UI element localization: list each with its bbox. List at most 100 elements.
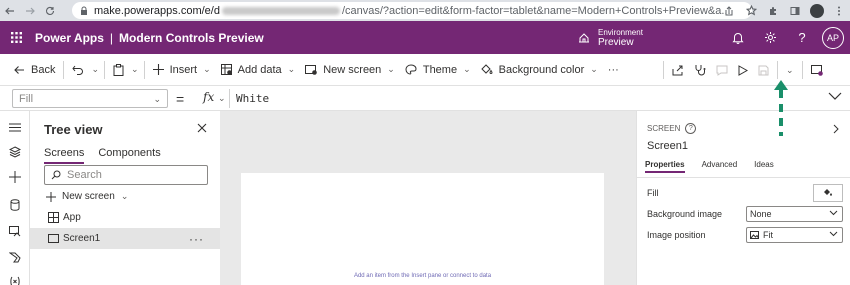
tab-components[interactable]: Components xyxy=(98,147,160,164)
image-position-value: Fit xyxy=(763,230,773,240)
chevron-down-icon: ⌄ xyxy=(387,64,395,74)
play-icon xyxy=(738,64,748,76)
add-data-label: Add data xyxy=(237,63,282,76)
add-data-button[interactable]: Add data ⌄ xyxy=(216,54,301,86)
back-arrow-icon[interactable] xyxy=(0,0,20,21)
image-position-dropdown[interactable]: Fit xyxy=(746,227,843,243)
property-value: Fill xyxy=(19,93,34,105)
paint-bucket-icon xyxy=(480,64,493,74)
media-icon[interactable] xyxy=(7,223,23,239)
insert-button[interactable]: Insert ⌄ xyxy=(148,54,216,86)
tree-node-screen1[interactable]: Screen1 ··· xyxy=(30,228,220,249)
side-panel-icon[interactable] xyxy=(784,0,806,21)
forward-arrow-icon[interactable] xyxy=(20,0,40,21)
insert-label: Insert xyxy=(169,63,198,76)
save-button[interactable] xyxy=(753,54,774,86)
chevron-down-icon xyxy=(829,210,838,216)
share-icon[interactable] xyxy=(718,0,740,21)
property-select[interactable]: Fill ⌄ xyxy=(12,89,168,108)
more-options-button[interactable]: ··· xyxy=(189,232,204,246)
notifications-bell-icon[interactable] xyxy=(730,29,746,45)
formula-bar: Fill ⌄ = fx ⌄ White xyxy=(0,86,850,111)
tree-view-tabs: Screens Components xyxy=(44,147,175,164)
palette-icon xyxy=(405,64,417,75)
theme-button[interactable]: Theme ⌄ xyxy=(400,54,476,86)
expand-formula-chevron-icon[interactable] xyxy=(828,92,842,100)
address-bar[interactable]: make.powerapps.com/e/d /canvas/?action=e… xyxy=(72,2,752,19)
background-image-dropdown[interactable]: None xyxy=(746,206,843,222)
app-checker-button[interactable] xyxy=(689,54,711,86)
screen-canvas[interactable]: Add an item from the Insert pane or conn… xyxy=(241,173,604,285)
share-button[interactable] xyxy=(667,54,689,86)
reload-icon[interactable] xyxy=(40,0,60,21)
comment-icon xyxy=(716,65,728,76)
close-icon[interactable] xyxy=(197,123,207,133)
variables-icon[interactable] xyxy=(7,273,23,285)
chevron-right-icon[interactable] xyxy=(833,124,839,134)
preview-play-button[interactable] xyxy=(733,54,753,86)
fill-color-picker[interactable] xyxy=(813,184,843,202)
browser-menu-icon[interactable] xyxy=(828,0,850,21)
divider xyxy=(637,177,850,178)
url-path: /canvas/?action=edit&form-factor=tablet&… xyxy=(341,4,731,17)
back-button[interactable]: Back xyxy=(0,54,60,86)
profile-avatar[interactable] xyxy=(806,0,828,21)
undo-dropdown[interactable]: ⌄ xyxy=(89,54,101,86)
chevron-down-icon xyxy=(829,231,838,237)
back-label: Back xyxy=(31,63,56,76)
bookmark-star-icon[interactable] xyxy=(740,0,762,21)
divider xyxy=(104,60,106,79)
divider xyxy=(777,61,778,79)
search-icon xyxy=(51,170,61,180)
canvas-hint[interactable]: Add an item from the Insert pane or conn… xyxy=(241,273,604,279)
selected-kind-label: SCREEN xyxy=(647,124,681,133)
tree-view-title: Tree view xyxy=(44,122,103,137)
extensions-icon[interactable] xyxy=(762,0,784,21)
data-cylinder-icon[interactable] xyxy=(7,197,23,213)
undo-button[interactable] xyxy=(67,54,89,86)
new-screen-button[interactable]: New screen ⌄ xyxy=(46,191,128,202)
screen-icon xyxy=(48,234,59,243)
environment-picker[interactable]: Environment Preview xyxy=(578,21,643,54)
tree-view-layers-icon[interactable] xyxy=(7,144,23,160)
tree-node-app[interactable]: App xyxy=(30,207,220,228)
formula-input[interactable]: White xyxy=(236,92,269,105)
environment-label: Environment xyxy=(598,27,643,37)
fx-function-icon[interactable]: fx xyxy=(203,90,214,104)
theme-label: Theme xyxy=(422,63,458,76)
image-position-label: Image position xyxy=(647,230,706,240)
tree-search-input[interactable]: Search xyxy=(44,165,208,185)
clipboard-icon xyxy=(113,63,124,76)
stethoscope-icon xyxy=(695,65,706,76)
tab-advanced[interactable]: Advanced xyxy=(702,160,738,173)
search-placeholder: Search xyxy=(67,169,102,181)
comments-button[interactable] xyxy=(711,54,733,86)
fill-label: Fill xyxy=(647,188,659,198)
chevron-down-icon: ⌄ xyxy=(203,64,211,74)
new-screen-button[interactable]: New screen ⌄ xyxy=(300,54,400,86)
paste-button[interactable] xyxy=(108,54,129,86)
divider xyxy=(229,89,230,108)
background-color-button[interactable]: Background color ⌄ xyxy=(476,54,603,86)
plus-icon xyxy=(46,191,56,202)
new-screen-label: New screen xyxy=(62,191,115,202)
hamburger-menu-icon[interactable] xyxy=(7,119,23,135)
publish-button[interactable] xyxy=(806,54,828,86)
background-color-label: Background color xyxy=(498,63,585,76)
tab-properties[interactable]: Properties xyxy=(645,160,685,173)
help-icon[interactable]: ? xyxy=(794,29,810,45)
tab-screens[interactable]: Screens xyxy=(44,147,85,164)
publish-icon xyxy=(810,64,823,76)
paste-dropdown[interactable]: ⌄ xyxy=(129,54,141,86)
power-automate-icon[interactable] xyxy=(7,249,23,265)
tab-ideas[interactable]: Ideas xyxy=(754,160,774,173)
chevron-down-icon[interactable]: ⌄ xyxy=(218,93,226,104)
tree-view-panel: Tree view Screens Components Search New … xyxy=(30,111,220,285)
app-launcher-icon[interactable] xyxy=(0,21,32,54)
help-icon[interactable]: ? xyxy=(685,123,697,134)
settings-gear-icon[interactable] xyxy=(762,29,778,45)
insert-plus-icon[interactable] xyxy=(7,169,23,185)
more-commands-button[interactable]: ··· xyxy=(603,54,624,86)
annotation-arrow-icon xyxy=(774,80,788,136)
user-avatar[interactable]: AP xyxy=(822,27,844,49)
